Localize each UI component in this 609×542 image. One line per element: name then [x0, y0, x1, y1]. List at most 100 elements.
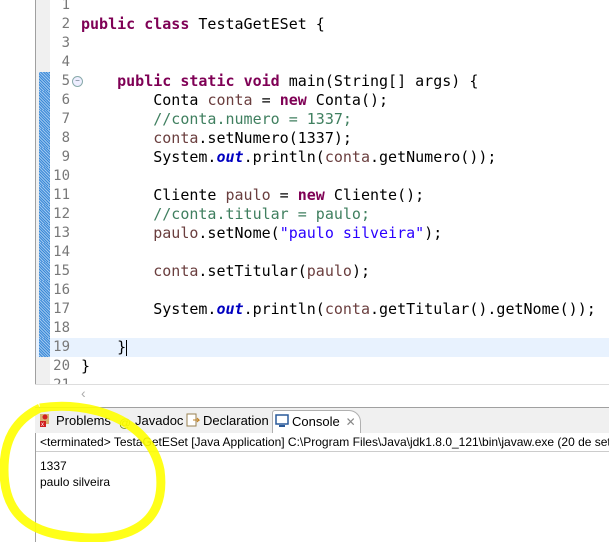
code-line[interactable]: 20} — [36, 357, 609, 376]
code-text: } — [81, 338, 128, 357]
code-line[interactable]: 4 — [36, 53, 609, 72]
code-line[interactable]: 16 — [36, 281, 609, 300]
line-number: 9 — [61, 149, 70, 165]
code-token: conta — [207, 91, 253, 109]
code-token: = — [252, 91, 280, 109]
code-token: paulo — [153, 224, 199, 242]
code-token: "paulo silveira" — [279, 224, 425, 242]
scroll-left-icon[interactable]: ‹ — [81, 385, 86, 401]
code-line[interactable]: 19 } — [36, 338, 609, 357]
code-line[interactable]: 10 — [36, 167, 609, 186]
change-marker — [39, 224, 50, 243]
code-token: ); — [424, 224, 443, 242]
console-output-line: paulo silveira — [40, 475, 111, 489]
code-text: conta.setNumero(1337); — [81, 129, 352, 148]
code-token: paulo — [306, 262, 352, 280]
code-editor[interactable]: 1 2 public class TestaGetESet {3 4 5− public… — [35, 0, 609, 402]
code-token: = — [270, 186, 298, 204]
code-line[interactable]: 11 Cliente paulo = new Cliente(); — [36, 186, 609, 205]
change-marker — [39, 167, 50, 186]
code-text: //conta.titular = paulo; — [81, 205, 370, 224]
line-number: 3 — [61, 35, 70, 51]
code-text: Conta conta = new Conta(); — [81, 91, 388, 110]
code-token: .getNumero()); — [370, 148, 497, 166]
at-icon: @ — [118, 416, 132, 430]
change-marker — [39, 205, 50, 224]
code-token: } — [81, 338, 127, 356]
code-text: public class TestaGetESet { — [81, 15, 325, 34]
change-marker — [39, 300, 50, 319]
code-text: public static void main(String[] args) { — [81, 72, 478, 91]
console-view[interactable]: <terminated> TestaGetESet [Java Applicat… — [35, 433, 609, 542]
code-line[interactable]: 12 //conta.titular = paulo; — [36, 205, 609, 224]
code-line[interactable]: 18 — [36, 319, 609, 338]
code-line[interactable]: 13 paulo.setNome("paulo silveira"); — [36, 224, 609, 243]
line-number: 1 — [61, 0, 70, 13]
code-line[interactable]: 8 conta.setNumero(1337); — [36, 129, 609, 148]
line-number: 13 — [53, 225, 70, 241]
change-marker — [39, 243, 50, 262]
code-text: Cliente paulo = new Cliente(); — [81, 186, 424, 205]
change-marker — [39, 338, 50, 357]
code-token: static — [180, 72, 235, 90]
code-token: conta — [324, 148, 370, 166]
code-text: System.out.println(conta.getNumero()); — [81, 148, 496, 167]
code-token: .setNumero(1337); — [198, 129, 352, 147]
code-line[interactable]: 14 — [36, 243, 609, 262]
code-line[interactable]: 9 System.out.println(conta.getNumero()); — [36, 148, 609, 167]
change-marker — [39, 72, 50, 91]
code-token: Conta — [81, 91, 208, 109]
change-marker — [39, 148, 50, 167]
code-token: .setNome( — [198, 224, 280, 242]
line-number: 10 — [53, 168, 70, 184]
close-icon[interactable]: ✕ — [346, 411, 356, 433]
code-token: new — [279, 91, 307, 109]
change-marker — [39, 91, 50, 110]
code-text: //conta.numero = 1337; — [81, 110, 352, 129]
code-line[interactable]: 5− public static void main(String[] args… — [36, 72, 609, 91]
line-number: 18 — [53, 320, 70, 336]
code-line[interactable]: 17 System.out.println(conta.getTitular()… — [36, 300, 609, 319]
code-token: //conta.titular = paulo; — [153, 205, 370, 223]
code-line[interactable]: 7 //conta.numero = 1337; — [36, 110, 609, 129]
tab-console[interactable]: Console ✕ — [272, 410, 361, 433]
change-marker — [39, 281, 50, 300]
code-token: //conta.numero = 1337; — [153, 110, 352, 128]
code-token: } — [81, 357, 91, 375]
code-token: conta — [153, 262, 199, 280]
tab-declaration[interactable]: Declaration — [184, 410, 269, 432]
code-text: paulo.setNome("paulo silveira"); — [81, 224, 442, 243]
code-token: ); — [351, 262, 370, 280]
code-line[interactable]: 3 — [36, 34, 609, 53]
tab-problems[interactable]: x Problems — [37, 410, 111, 432]
line-number: 17 — [53, 301, 70, 317]
code-token: System. — [81, 300, 217, 318]
line-number: 6 — [61, 92, 70, 108]
code-token: .setTitular( — [198, 262, 307, 280]
line-number: 20 — [53, 358, 70, 374]
code-line[interactable]: 2 public class TestaGetESet { — [36, 15, 609, 34]
code-text: } — [81, 357, 90, 376]
code-line[interactable]: 6 Conta conta = new Conta(); — [36, 91, 609, 110]
code-token: public — [117, 72, 172, 90]
horizontal-scrollbar[interactable]: ‹ — [35, 384, 609, 402]
tab-javadoc[interactable]: @ Javadoc — [116, 410, 184, 432]
code-token: void — [243, 72, 280, 90]
console-output-line: 1337 — [40, 459, 67, 473]
line-number: 4 — [61, 54, 70, 70]
code-token: main(String[] args) { — [279, 72, 479, 90]
line-number: 5 — [61, 73, 70, 89]
change-marker — [39, 186, 50, 205]
code-line[interactable]: 1 — [36, 0, 609, 15]
code-token: System. — [81, 148, 217, 166]
code-token: paulo — [225, 186, 271, 204]
console-header: <terminated> TestaGetESet [Java Applicat… — [36, 433, 609, 452]
code-line[interactable]: 15 conta.setTitular(paulo); — [36, 262, 609, 281]
